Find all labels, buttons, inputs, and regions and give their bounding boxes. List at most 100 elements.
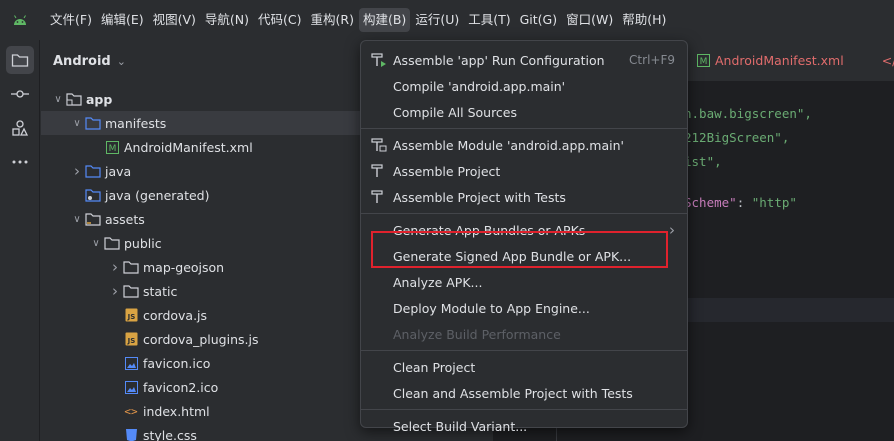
- svg-text:M: M: [699, 57, 707, 67]
- chevron-right-icon: ›: [669, 221, 675, 239]
- build-menu-dropdown: Assemble 'app' Run Configuration Ctrl+F9 C…: [360, 40, 688, 434]
- manifest-file-icon: M: [694, 54, 712, 67]
- html-file-icon: <>: [124, 404, 138, 418]
- tree-item-label: public: [124, 235, 162, 251]
- hammer-icon: [371, 190, 393, 204]
- android-logo-icon[interactable]: [0, 0, 40, 40]
- generated-folder-icon: [84, 188, 102, 202]
- build-menu-item[interactable]: Compile All Sources: [361, 99, 687, 125]
- build-menu-item[interactable]: Clean Project: [361, 354, 687, 380]
- tree-item-label: static: [143, 283, 178, 299]
- menu-item-label: Assemble Module 'android.app.main': [393, 137, 624, 153]
- menu-separator: [361, 213, 687, 214]
- menu-item[interactable]: 窗口(W): [562, 8, 617, 32]
- menu-separator: [361, 128, 687, 129]
- build-menu-item[interactable]: Assemble Module 'android.app.main': [361, 132, 687, 158]
- chevron-right-icon[interactable]: ›: [108, 282, 122, 300]
- build-menu-item[interactable]: Deploy Module to App Engine...: [361, 295, 687, 321]
- chevron-down-icon[interactable]: ∨: [70, 118, 84, 129]
- project-view-title: Android: [53, 53, 111, 69]
- tree-item-label: app: [86, 91, 113, 107]
- assets-folder-icon: [84, 212, 102, 226]
- chevron-down-icon: ⌄: [116, 54, 126, 68]
- svg-text:M: M: [108, 144, 116, 154]
- hammer-icon: [371, 164, 393, 178]
- project-folder-icon[interactable]: [6, 46, 34, 74]
- code-line: ist",: [684, 154, 722, 169]
- manifest-file-icon: M: [103, 140, 121, 154]
- menu-item-label: Compile 'android.app.main': [393, 78, 566, 94]
- hammer-module-icon: [371, 138, 393, 152]
- tree-item-label: manifests: [105, 115, 167, 131]
- menu-item[interactable]: 运行(U): [411, 8, 463, 32]
- build-menu-item[interactable]: Analyze APK...: [361, 269, 687, 295]
- generate-signed-apk-menu-item[interactable]: Generate Signed App Bundle or APK...: [361, 243, 687, 269]
- tree-item-label: AndroidManifest.xml: [124, 139, 253, 155]
- tree-item-label: favicon.ico: [143, 355, 211, 371]
- chevron-down-icon[interactable]: ∨: [51, 94, 65, 105]
- resource-manager-icon[interactable]: [6, 114, 34, 142]
- source-folder-icon: [84, 116, 102, 130]
- code-token: :: [736, 195, 752, 210]
- chevron-down-icon[interactable]: ∨: [89, 238, 103, 249]
- menu-item-label: Assemble Project with Tests: [393, 189, 566, 205]
- build-menu-item[interactable]: Assemble 'app' Run Configuration Ctrl+F9: [361, 47, 687, 73]
- menu-separator: [361, 350, 687, 351]
- menu-separator: [361, 409, 687, 410]
- tree-item-label: assets: [105, 211, 145, 227]
- tool-window-strip: [0, 40, 40, 441]
- menu-item-label: Deploy Module to App Engine...: [393, 300, 590, 316]
- build-menu-item[interactable]: Compile 'android.app.main': [361, 73, 687, 99]
- build-menu-item[interactable]: Select Build Variant...: [361, 413, 687, 439]
- menu-item[interactable]: Git(G): [516, 8, 562, 32]
- menu-item[interactable]: 视图(V): [149, 8, 200, 32]
- code-token: Scheme": [684, 195, 737, 210]
- build-menu-item[interactable]: Clean and Assemble Project with Tests: [361, 380, 687, 406]
- menu-item-label: Compile All Sources: [393, 104, 518, 120]
- tab-label: AndroidManifest.xml: [715, 53, 844, 68]
- code-token: "http": [751, 195, 797, 210]
- chevron-right-icon[interactable]: ›: [108, 258, 122, 276]
- menu-item-label: Analyze Build Performance: [393, 326, 561, 342]
- menu-item[interactable]: 工具(T): [464, 8, 514, 32]
- code-line: 212BigScreen",: [684, 130, 790, 145]
- tree-item-label: map-geojson: [143, 259, 225, 275]
- source-folder-icon: [84, 164, 102, 178]
- folder-icon: [122, 260, 140, 274]
- menu-item-label: Analyze APK...: [393, 274, 483, 290]
- svg-text:JS: JS: [126, 313, 135, 321]
- menu-item[interactable]: 文件(F): [46, 8, 96, 32]
- menu-item[interactable]: 帮助(H): [618, 8, 670, 32]
- build-menu-item[interactable]: Assemble Project with Tests: [361, 184, 687, 210]
- menu-item[interactable]: 编辑(E): [97, 8, 148, 32]
- javascript-file-icon: JS: [122, 332, 140, 346]
- chevron-right-icon[interactable]: ›: [70, 162, 84, 180]
- menu-item[interactable]: 导航(N): [201, 8, 253, 32]
- css-file-icon: [122, 428, 140, 441]
- hammer-run-icon: [371, 53, 393, 67]
- image-file-icon: [122, 356, 140, 370]
- shortcut-label: Ctrl+F9: [629, 53, 675, 67]
- build-menu-item[interactable]: Assemble Project: [361, 158, 687, 184]
- menu-item-label: Generate App Bundles or APKs: [393, 222, 586, 238]
- tree-item-label: favicon2.ico: [143, 379, 219, 395]
- menu-item[interactable]: 代码(C): [254, 8, 305, 32]
- tree-item-label: cordova.js: [143, 307, 208, 323]
- commit-icon[interactable]: [6, 80, 34, 108]
- svg-text:JS: JS: [126, 337, 135, 345]
- menu-item-label: Assemble 'app' Run Configuration: [393, 52, 605, 68]
- tree-item-label: style.css: [143, 427, 197, 441]
- code-line: n.baw.bigscreen",: [684, 106, 812, 121]
- tree-item-label: cordova_plugins.js: [143, 331, 259, 347]
- build-menu-item[interactable]: Generate App Bundles or APKs ›: [361, 217, 687, 243]
- menu-item[interactable]: 重构(R): [307, 8, 358, 32]
- folder-icon: [122, 284, 140, 298]
- module-folder-icon: [65, 92, 83, 106]
- code-tag-icon[interactable]: </: [882, 53, 894, 68]
- chevron-down-icon[interactable]: ∨: [70, 214, 84, 225]
- menu-item-label: Assemble Project: [393, 163, 501, 179]
- more-icon[interactable]: [6, 148, 34, 176]
- build-menu-item: Analyze Build Performance: [361, 321, 687, 347]
- menu-item[interactable]: 构建(B): [358, 8, 411, 32]
- javascript-file-icon: JS: [122, 308, 140, 322]
